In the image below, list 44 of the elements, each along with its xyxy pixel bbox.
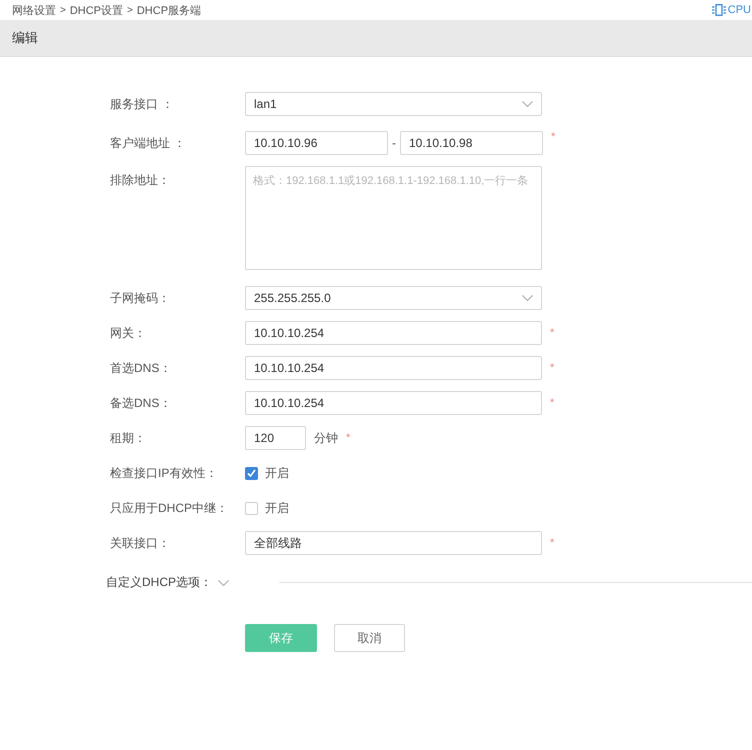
breadcrumb-link[interactable]: 网络设置 <box>12 2 56 18</box>
input-field[interactable]: 全部线路 <box>245 531 542 555</box>
input-field[interactable]: 10.10.10.254 <box>245 356 542 380</box>
input-field[interactable]: 10.10.10.98 <box>400 131 543 155</box>
field-label: 检查接口IP有效性： <box>110 464 218 482</box>
select-field[interactable]: 255.255.255.0 <box>245 286 542 310</box>
checkbox[interactable] <box>245 466 258 480</box>
unit-label: 分钟 <box>314 430 338 446</box>
checkbox[interactable] <box>245 502 258 514</box>
field-label: 网关： <box>110 324 147 342</box>
chip-icon <box>712 4 726 16</box>
input-field[interactable]: 10.10.10.254 <box>245 391 542 415</box>
checkbox-label: 开启 <box>265 500 289 516</box>
checkbox-label: 开启 <box>265 464 289 482</box>
required-mark: * <box>550 537 554 549</box>
input-field[interactable]: 10.10.10.254 <box>245 321 542 345</box>
field-label: 租期： <box>110 430 147 446</box>
field-label: 备选DNS： <box>110 394 172 412</box>
header-title: 编辑 <box>12 29 38 47</box>
required-mark: * <box>550 397 554 409</box>
breadcrumb-separator: > <box>127 4 133 16</box>
breadcrumb-link[interactable]: DHCP服务端 <box>136 2 202 18</box>
breadcrumb-separator: > <box>60 4 66 16</box>
field-label: 客户端地址 ： <box>110 134 186 152</box>
field-label: 子网掩码： <box>110 290 171 306</box>
input-field[interactable]: 120 <box>245 426 306 450</box>
breadcrumb-link[interactable]: DHCP设置 <box>70 2 124 18</box>
collapse-toggle[interactable]: 自定义DHCP选项： <box>106 574 230 591</box>
field-label: 服务接口 ： <box>110 96 174 112</box>
required-mark: * <box>550 327 554 339</box>
chevron-down-icon <box>522 295 533 301</box>
select-field[interactable]: lan1 <box>245 92 542 116</box>
range-dash: - <box>391 136 397 150</box>
required-mark: * <box>346 432 350 444</box>
chevron-down-icon <box>522 101 533 107</box>
field-label: 首选DNS： <box>110 360 172 376</box>
cpu-label: CPU <box>728 4 751 16</box>
required-mark: * <box>551 131 556 143</box>
field-label: 关联接口： <box>110 534 171 552</box>
input-field[interactable]: 10.10.10.96 <box>245 131 388 155</box>
field-label: 排除地址： <box>110 172 171 189</box>
field-label: 只应用于DHCP中继： <box>110 500 230 516</box>
required-mark: * <box>550 362 554 374</box>
cancel-button[interactable]: 取消 <box>334 624 405 652</box>
